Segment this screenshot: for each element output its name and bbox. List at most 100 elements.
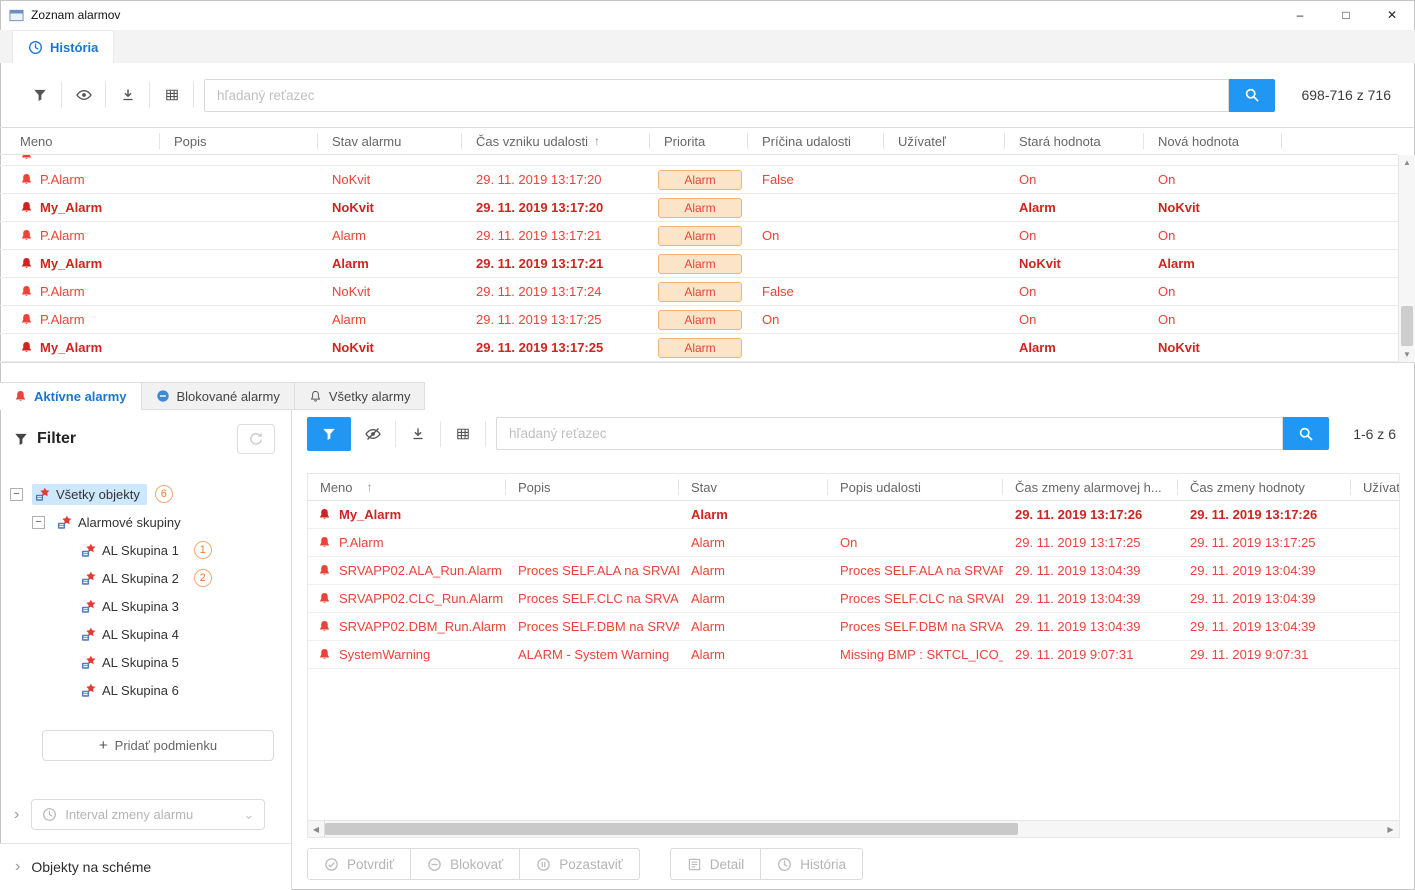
visibility-off-button[interactable] (351, 421, 396, 447)
history-row[interactable]: P.AlarmAlarm29. 11. 2019 13:17:21AlarmOn… (0, 222, 1398, 250)
active-alarm-row[interactable]: My_AlarmAlarm29. 11. 2019 13:17:2629. 11… (308, 501, 1399, 529)
history-row[interactable]: P.AlarmAlarm29. 11. 2019 13:17:25AlarmOn… (0, 306, 1398, 334)
tree-item[interactable]: −Alarmové skupiny (0, 508, 291, 536)
alarm-bell-icon (20, 257, 33, 270)
tree-item[interactable]: AL Skupina 3 (0, 592, 291, 620)
collapse-toggle[interactable]: − (10, 488, 23, 501)
active-alarm-row[interactable]: SRVAPP02.ALA_Run.AlarmProces SELF.ALA na… (308, 557, 1399, 585)
column-header-stav[interactable]: Stav (679, 479, 828, 495)
tree-item[interactable]: AL Skupina 6 (0, 676, 291, 704)
active-search-input[interactable] (496, 417, 1283, 450)
column-header-popis[interactable]: Popis (506, 479, 679, 495)
tab-historia[interactable]: História (12, 30, 114, 63)
main-content: Filter −Všetky objekty6−Alarmové skupiny… (0, 410, 1415, 890)
column-header-uzivatel[interactable]: Užívateľ (1351, 479, 1399, 495)
scroll-right-arrow[interactable]: ▶ (1382, 821, 1399, 837)
tree-item[interactable]: AL Skupina 5 (0, 648, 291, 676)
scroll-down-arrow[interactable]: ▼ (1399, 347, 1415, 362)
column-header-nova-hodnota[interactable]: Nová hodnota (1144, 133, 1282, 149)
detail-action-group: Detail História (670, 848, 863, 880)
scrollbar-thumb[interactable] (325, 823, 1018, 835)
horizontal-scrollbar[interactable]: ◀ ▶ (308, 820, 1399, 837)
tree-item[interactable]: AL Skupina 22 (0, 564, 291, 592)
cell-meno: SystemWarning (308, 647, 506, 662)
active-alarm-row[interactable]: SRVAPP02.CLC_Run.AlarmProces SELF.CLC na… (308, 585, 1399, 613)
column-header-cas-zmeny-alarmovej[interactable]: Čas zmeny alarmovej h... (1003, 479, 1178, 495)
column-header-uzivatel[interactable]: Užívateľ (884, 133, 1005, 149)
filter-button[interactable] (18, 82, 62, 108)
history-row[interactable]: P.AlarmNoKvit29. 11. 2019 13:17:20AlarmF… (0, 166, 1398, 194)
column-header-popis[interactable]: Popis (160, 133, 318, 149)
history-row[interactable]: My_AlarmNoKvit29. 11. 2019 13:17:25Alarm… (0, 334, 1398, 362)
cell-cas-zmeny-alarmovej: 29. 11. 2019 9:07:31 (1003, 647, 1178, 662)
visibility-button[interactable] (62, 82, 106, 108)
objects-on-scheme-section[interactable]: › Objekty na schéme (0, 843, 291, 890)
columns-button[interactable] (441, 421, 486, 447)
alarm-bell-icon (20, 229, 33, 242)
minimize-button[interactable]: – (1277, 0, 1323, 30)
history-record-count: 698-716 z 716 (1301, 87, 1391, 103)
history-toolbar-buttons (18, 82, 194, 108)
scrollbar-thumb[interactable] (1401, 306, 1413, 346)
tab-blokovane-alarmy[interactable]: Blokované alarmy (142, 382, 295, 410)
active-search-button[interactable] (1283, 417, 1329, 450)
history-row-partial[interactable] (0, 155, 1398, 166)
pause-button[interactable]: Pozastaviť (519, 848, 640, 880)
cell-pricina: On (748, 312, 884, 327)
cell-stara-hodnota: Alarm (1005, 200, 1144, 215)
close-button[interactable]: ✕ (1369, 0, 1415, 30)
maximize-button[interactable]: □ (1323, 0, 1369, 30)
active-alarm-row[interactable]: SystemWarningALARM - System WarningAlarm… (308, 641, 1399, 669)
cell-cas-zmeny-hodnoty: 29. 11. 2019 13:17:25 (1178, 535, 1351, 550)
add-condition-button[interactable]: + Pridať podmienku (42, 730, 274, 761)
column-header-stav-alarmu[interactable]: Stav alarmu (318, 133, 462, 149)
scroll-up-arrow[interactable]: ▲ (1399, 155, 1415, 170)
interval-dropdown[interactable]: Interval zmeny alarmu ⌄ (31, 799, 265, 830)
vertical-scrollbar[interactable]: ▲ ▼ (1398, 155, 1415, 362)
column-header-pricina[interactable]: Príčina udalosti (748, 133, 884, 149)
columns-button[interactable] (150, 82, 194, 108)
cell-stav: Alarm (679, 535, 828, 550)
eye-icon (76, 87, 92, 103)
priority-badge: Alarm (658, 198, 742, 218)
column-header-cas-vzniku[interactable]: Čas vzniku udalosti↑ (462, 133, 650, 149)
history-button[interactable]: História (760, 848, 863, 880)
tab-vsetky-alarmy[interactable]: Všetky alarmy (295, 382, 426, 410)
cell-stav-alarmu: NoKvit (318, 340, 462, 355)
cell-meno: My_Alarm (0, 200, 160, 215)
filter-toggle-button[interactable] (307, 417, 351, 451)
column-header-meno[interactable]: Meno (0, 133, 160, 149)
column-header-meno[interactable]: Meno↑ (308, 479, 506, 495)
tab-aktivne-alarmy[interactable]: Aktívne alarmy (0, 382, 142, 410)
history-search-button[interactable] (1229, 79, 1275, 112)
refresh-button[interactable] (237, 424, 275, 454)
column-header-popis-udalosti[interactable]: Popis udalosti (828, 479, 1003, 495)
column-header-cas-zmeny-hodnoty[interactable]: Čas zmeny hodnoty (1178, 479, 1351, 495)
column-header-priorita[interactable]: Priorita (650, 133, 748, 149)
alarm-group-icon (35, 487, 50, 502)
cell-meno: SRVAPP02.DBM_Run.Alarm (308, 619, 506, 634)
cell-popis-udalosti: Missing BMP : SKTCL_ICO_... (828, 647, 1003, 662)
collapse-toggle[interactable]: − (32, 516, 45, 529)
tree-item[interactable]: AL Skupina 4 (0, 620, 291, 648)
column-header-stara-hodnota[interactable]: Stará hodnota (1005, 133, 1144, 149)
tree-item[interactable]: −Všetky objekty6 (0, 480, 291, 508)
alarm-bell-icon (318, 564, 331, 577)
export-button[interactable] (106, 82, 150, 108)
confirm-button[interactable]: Potvrdiť (307, 848, 411, 880)
detail-button[interactable]: Detail (670, 848, 762, 880)
scroll-left-arrow[interactable]: ◀ (308, 821, 325, 837)
history-row[interactable]: P.AlarmNoKvit29. 11. 2019 13:17:24AlarmF… (0, 278, 1398, 306)
tree-item[interactable]: AL Skupina 11 (0, 536, 291, 564)
cell-priorita: Alarm (650, 254, 748, 274)
history-row[interactable]: My_AlarmAlarm29. 11. 2019 13:17:21AlarmN… (0, 250, 1398, 278)
active-alarm-row[interactable]: P.AlarmAlarmOn29. 11. 2019 13:17:2529. 1… (308, 529, 1399, 557)
priority-badge: Alarm (658, 338, 742, 358)
block-button[interactable]: Blokovať (410, 848, 520, 880)
cell-popis-udalosti: Proces SELF.CLC na SRVAP... (828, 591, 1003, 606)
history-row[interactable]: My_AlarmNoKvit29. 11. 2019 13:17:20Alarm… (0, 194, 1398, 222)
history-search-input[interactable] (204, 79, 1229, 112)
chevron-right-icon[interactable]: › (14, 807, 19, 823)
active-alarm-row[interactable]: SRVAPP02.DBM_Run.AlarmProces SELF.DBM na… (308, 613, 1399, 641)
export-button[interactable] (396, 421, 441, 447)
